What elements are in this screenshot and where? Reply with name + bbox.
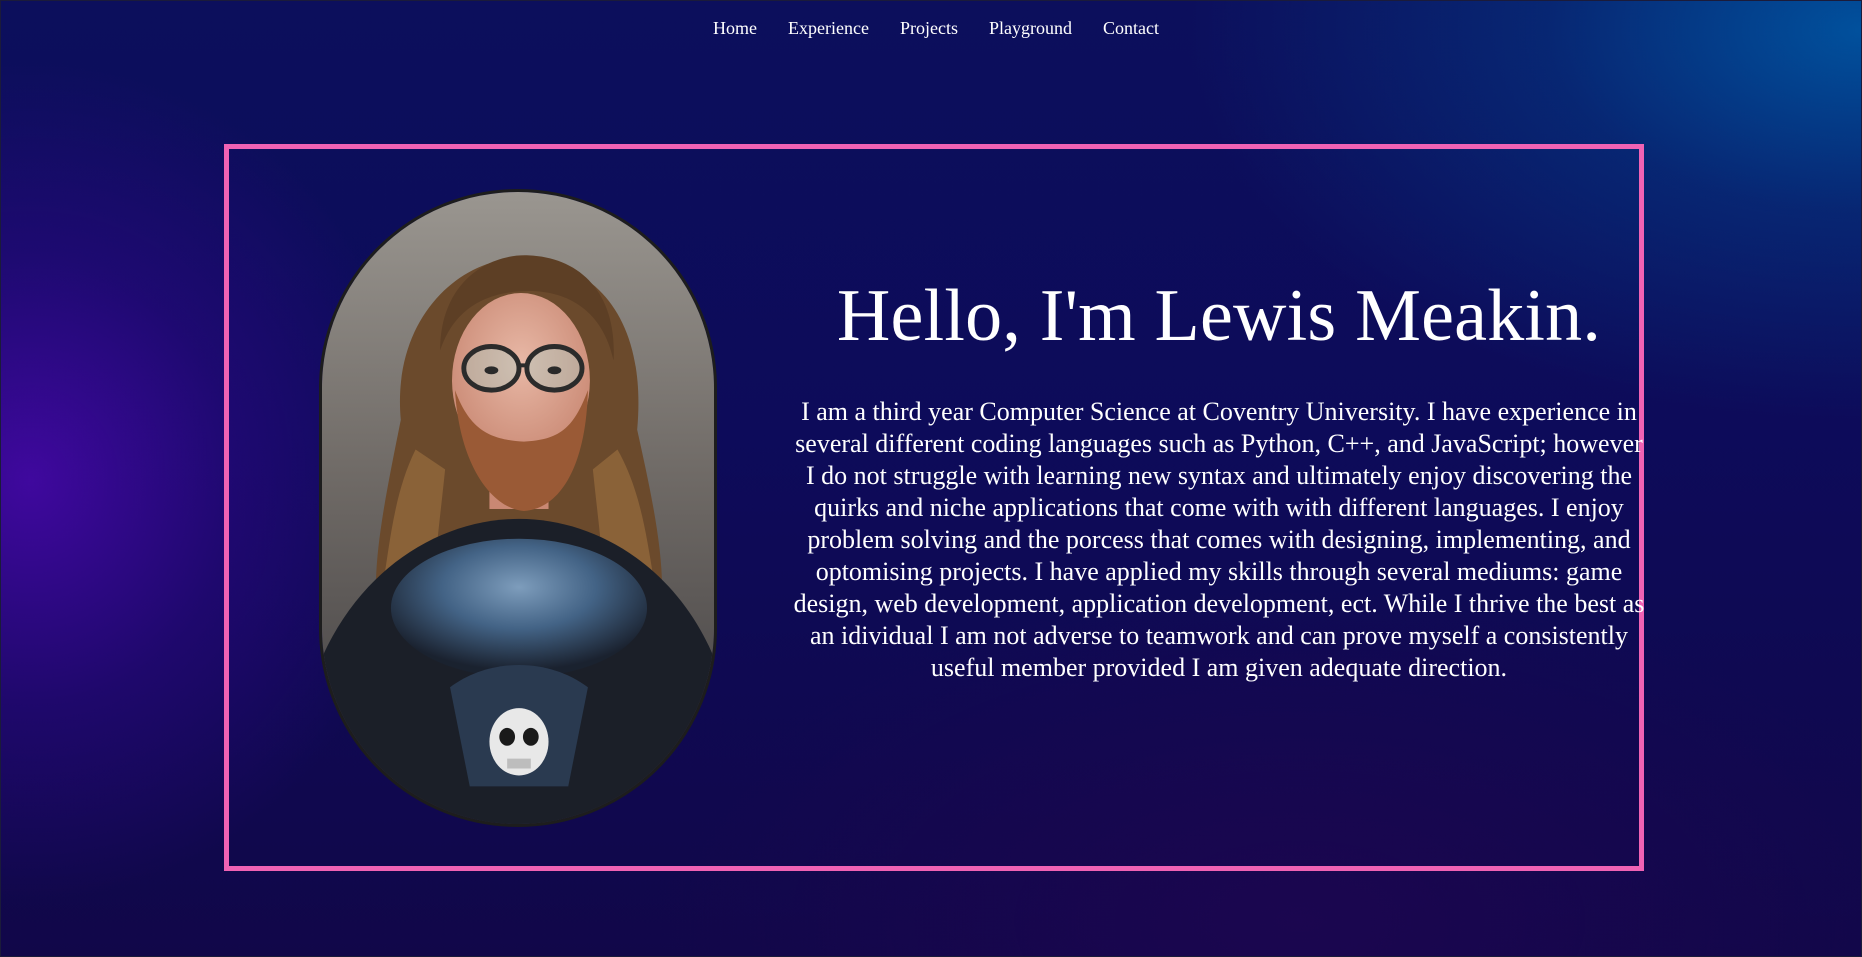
intro-content: Hello, I'm Lewis Meakin. I am a third ye… bbox=[789, 274, 1649, 684]
bio-text: I am a third year Computer Science at Co… bbox=[793, 397, 1645, 682]
page-title: Hello, I'm Lewis Meakin. bbox=[836, 275, 1602, 357]
nav-link-contact[interactable]: Contact bbox=[1103, 15, 1159, 41]
nav-link-projects[interactable]: Projects bbox=[900, 15, 958, 41]
portrait-photo-icon bbox=[322, 192, 714, 824]
nav-link-playground[interactable]: Playground bbox=[989, 15, 1072, 41]
nav-link-home[interactable]: Home bbox=[713, 15, 757, 41]
hero-frame: Hello, I'm Lewis Meakin. I am a third ye… bbox=[224, 144, 1644, 871]
main-nav: Home Experience Projects Playground Cont… bbox=[1, 15, 1862, 41]
profile-photo bbox=[319, 189, 717, 827]
nav-link-experience[interactable]: Experience bbox=[788, 15, 869, 41]
